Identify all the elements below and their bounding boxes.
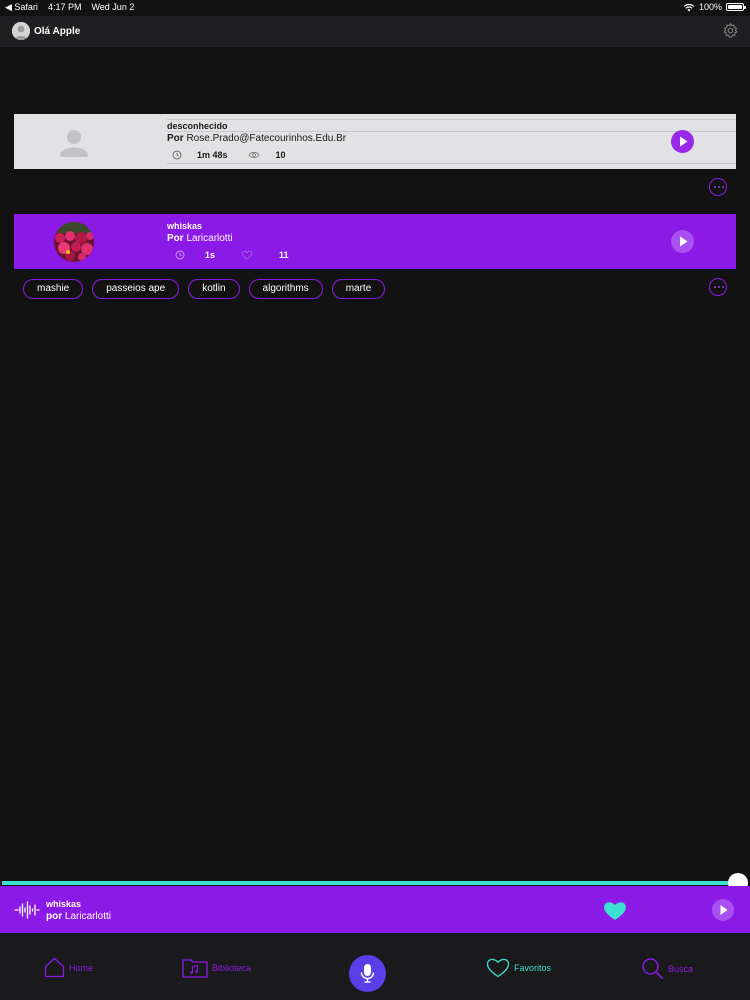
more-options-button[interactable] [709, 178, 727, 196]
library-icon [182, 959, 208, 978]
tab-bar: Home Biblioteca Favoritos Busca [0, 933, 750, 1000]
back-to-app[interactable]: ◀ Safari [5, 2, 38, 13]
header: Olá Apple [0, 16, 750, 47]
recording-title: whiskas [167, 221, 203, 231]
divider [167, 119, 736, 120]
record-microphone-button[interactable] [349, 955, 386, 992]
waveform-icon [14, 901, 40, 919]
status-bar: ◀ Safari 4:17 PM Wed Jun 2 100% [0, 0, 750, 16]
now-playing-bar[interactable]: whiskas por Laricarlotti [0, 886, 750, 933]
tag-chip[interactable]: mashie [23, 279, 84, 299]
recording-count: 11 [279, 250, 289, 260]
tab-busca[interactable]: Busca [641, 957, 693, 980]
play-icon [680, 236, 688, 247]
tab-label: Biblioteca [212, 962, 252, 973]
user-icon [12, 22, 30, 40]
play-button[interactable] [671, 130, 694, 153]
eye-icon [248, 151, 260, 159]
author-prefix: Por [167, 233, 184, 244]
flower-photo [54, 222, 94, 262]
clock-icon [172, 150, 182, 160]
recording-author: Por Laricarlotti [167, 233, 233, 244]
recording-duration: 1m 48s [197, 150, 228, 160]
battery-icon [726, 3, 746, 11]
author-prefix: Por [167, 133, 184, 144]
battery-percent: 100% [698, 2, 722, 12]
recording-title: desconhecido [167, 121, 228, 131]
recording-count: 10 [275, 150, 286, 160]
tag-chip[interactable]: algorithms [248, 279, 323, 299]
tag-chip[interactable]: passeios ape [92, 279, 180, 299]
home-icon [44, 957, 65, 978]
author-prefix: por [46, 911, 63, 922]
search-icon [642, 958, 664, 980]
tab-label: Home [69, 962, 94, 973]
tab-favoritos[interactable]: Favoritos [486, 957, 551, 978]
recording-thumbnail [54, 122, 94, 162]
favorite-heart-icon[interactable] [603, 900, 627, 921]
author-name: Laricarlotti [186, 233, 233, 244]
now-playing-author: por Laricarlotti [46, 911, 111, 922]
recording-thumbnail [54, 222, 94, 262]
recording-card[interactable]: whiskas Por Laricarlotti 1s 11 [14, 214, 736, 269]
more-options-button[interactable] [709, 278, 727, 296]
author-name: Rose.Prado@Fatecourinhos.Edu.Br [186, 133, 347, 144]
settings-gear-icon[interactable] [722, 22, 739, 39]
play-icon [720, 905, 728, 915]
tab-label: Busca [668, 963, 694, 974]
tab-label: Favoritos [514, 962, 552, 973]
tag-list: mashie passeios ape kotlin algorithms ma… [23, 279, 386, 299]
recording-author: Por Rose.Prado@Fatecourinhos.Edu.Br [167, 133, 346, 144]
tab-biblioteca[interactable]: Biblioteca [182, 957, 251, 978]
clock-icon [175, 250, 185, 260]
user-avatar[interactable] [12, 22, 30, 40]
playback-progress-bar[interactable] [2, 881, 738, 885]
wifi-icon [683, 3, 695, 11]
status-date: Wed Jun 2 [91, 2, 135, 12]
recording-meta: 1m 48s 10 [167, 150, 286, 160]
tag-chip[interactable]: kotlin [188, 279, 240, 299]
play-button[interactable] [671, 230, 694, 253]
heart-icon [486, 958, 510, 978]
status-time: 4:17 PM [47, 2, 82, 12]
greeting-text: Olá Apple [34, 26, 81, 37]
now-playing-title: whiskas [46, 899, 82, 909]
recording-duration: 1s [205, 250, 216, 260]
author-name: Laricarlotti [64, 911, 112, 922]
tab-home[interactable]: Home [44, 957, 93, 978]
microphone-icon [360, 964, 375, 983]
divider [167, 131, 736, 132]
default-user-icon [54, 122, 94, 162]
tag-chip[interactable]: marte [331, 279, 386, 299]
recording-card[interactable]: desconhecido Por Rose.Prado@Fatecourinho… [14, 114, 736, 169]
now-playing-play-button[interactable] [712, 899, 734, 921]
play-icon [680, 136, 688, 147]
heart-outline-icon [241, 250, 253, 260]
recording-meta: 1s 11 [167, 250, 289, 260]
divider [167, 163, 736, 164]
